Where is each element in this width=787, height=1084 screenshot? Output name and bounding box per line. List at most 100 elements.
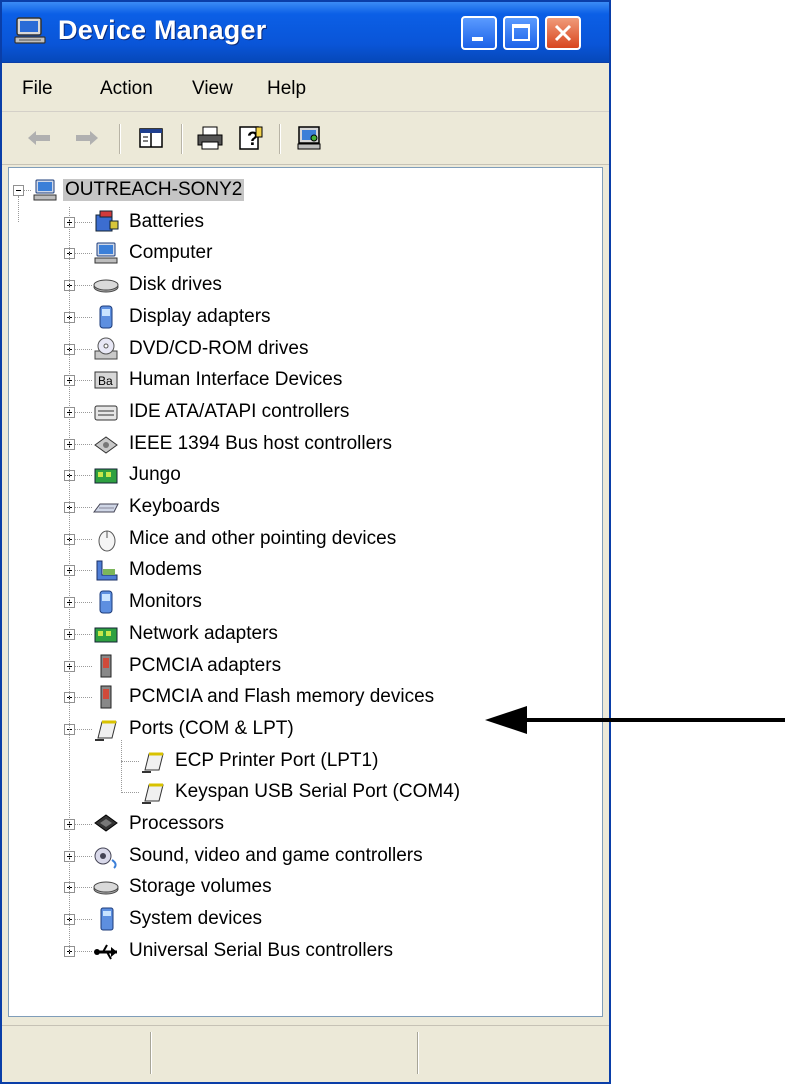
tree-connector (75, 633, 92, 636)
tree-node-label: IDE ATA/ATAPI controllers (129, 400, 350, 422)
tree-connector (69, 206, 71, 952)
tree-category-node[interactable]: IDE ATA/ATAPI controllers (9, 397, 602, 427)
ieee1394-icon (94, 435, 118, 454)
display-adapter-icon (99, 305, 113, 329)
tree-node-label: IEEE 1394 Bus host controllers (129, 432, 392, 454)
tree-connector (75, 665, 92, 668)
close-icon (554, 24, 572, 42)
tree-connector (75, 728, 92, 731)
tree-category-node[interactable]: Disk drives (9, 270, 602, 300)
menu-help[interactable]: Help (267, 78, 306, 100)
minimize-button[interactable] (461, 16, 497, 50)
tree-device-node[interactable]: Keyspan USB Serial Port (COM4) (9, 777, 602, 807)
mouse-icon (98, 530, 116, 552)
tree-category-node[interactable]: Universal Serial Bus controllers (9, 936, 602, 966)
usb-icon (94, 944, 117, 960)
menu-view[interactable]: View (192, 78, 233, 100)
tree-node-label: Human Interface Devices (129, 369, 343, 391)
tree-node-label: DVD/CD-ROM drives (129, 337, 309, 359)
minimize-icon (472, 37, 483, 41)
tree-category-node[interactable]: PCMCIA adapters (9, 651, 602, 681)
scan-hardware-icon[interactable] (295, 124, 325, 152)
port-icon (142, 752, 164, 773)
network-adapter-icon (94, 627, 118, 643)
tree-category-node[interactable]: Storage volumes (9, 872, 602, 902)
tree-node-label: Network adapters (129, 622, 278, 644)
tree-connector (75, 602, 92, 604)
tree-node-label: OUTREACH-SONY2 (63, 179, 245, 201)
tree-node-label: Jungo (129, 464, 181, 486)
close-button[interactable] (545, 16, 581, 50)
tree-connector (75, 443, 92, 446)
tree-node-label: Mice and other pointing devices (129, 527, 397, 549)
tree-connector (75, 221, 92, 224)
expand-toggle-button[interactable] (13, 185, 24, 196)
tree-category-node[interactable]: System devices (9, 904, 602, 934)
tree-device-node[interactable]: ECP Printer Port (LPT1) (9, 746, 602, 776)
pointer-arrow-annotation (485, 706, 785, 734)
tree-category-node[interactable]: Ba Human Interface Devices (9, 365, 602, 395)
device-manager-window: Device Manager File Action View Help ? O… (0, 0, 611, 1084)
title-bar[interactable]: Device Manager (2, 2, 609, 63)
tree-category-node[interactable]: Keyboards (9, 492, 602, 522)
device-tree-panel[interactable]: OUTREACH-SONY2 Batteries Computer Disk driv… (8, 167, 603, 1017)
port-icon (95, 720, 117, 741)
tree-category-node[interactable]: Jungo (9, 460, 602, 490)
tree-connector (75, 411, 92, 414)
computer-icon (94, 242, 118, 264)
tree-root-node[interactable]: OUTREACH-SONY2 (9, 175, 602, 205)
monitor-icon (99, 590, 113, 614)
tree-connector (75, 824, 92, 826)
properties-view-icon[interactable] (136, 124, 166, 152)
battery-icon (95, 210, 119, 232)
tree-category-node[interactable]: Mice and other pointing devices (9, 524, 602, 554)
forward-icon[interactable] (72, 124, 102, 152)
tree-category-node[interactable]: Modems (9, 555, 602, 585)
pcmcia-flash-icon (100, 685, 112, 709)
computer-icon (33, 179, 57, 201)
tree-connector (75, 855, 92, 858)
system-device-icon (100, 907, 114, 931)
tree-connector (75, 475, 92, 477)
ide-controller-icon (94, 405, 118, 421)
storage-volume-icon (93, 881, 119, 895)
window-title: Device Manager (58, 15, 267, 45)
processor-icon (94, 814, 118, 832)
tree-category-node[interactable]: DVD/CD-ROM drives (9, 334, 602, 364)
toolbar-separator (119, 124, 121, 154)
tree-category-node[interactable]: Display adapters (9, 302, 602, 332)
pcmcia-icon (100, 654, 112, 677)
tree-category-node[interactable]: Processors (9, 809, 602, 839)
tree-connector (18, 196, 20, 222)
tree-connector (75, 570, 92, 572)
menu-bar: File Action View Help (2, 63, 609, 112)
tree-connector (75, 507, 92, 509)
tree-connector (75, 348, 92, 351)
tree-connector (75, 538, 92, 541)
back-icon[interactable] (24, 124, 54, 152)
maximize-button[interactable] (503, 16, 539, 50)
menu-file[interactable]: File (22, 78, 53, 100)
status-bar (2, 1025, 609, 1082)
tree-category-node[interactable]: Network adapters (9, 619, 602, 649)
tree-node-label: Sound, video and game controllers (129, 844, 423, 866)
toolbar-separator (181, 124, 183, 154)
print-icon[interactable] (195, 124, 225, 152)
tree-node-label: PCMCIA and Flash memory devices (129, 686, 435, 708)
device-tree: OUTREACH-SONY2 Batteries Computer Disk driv… (9, 168, 602, 1016)
tree-node-label: Keyspan USB Serial Port (COM4) (175, 781, 461, 803)
tree-node-label: Modems (129, 559, 202, 581)
tree-node-label: Batteries (129, 210, 204, 232)
menu-action[interactable]: Action (100, 78, 153, 100)
tree-node-label: Storage volumes (129, 876, 272, 898)
tree-connector (75, 887, 92, 889)
help-icon[interactable]: ? (236, 124, 266, 152)
tree-category-node[interactable]: Sound, video and game controllers (9, 841, 602, 871)
tree-node-label: Keyboards (129, 496, 220, 517)
tree-category-node[interactable]: IEEE 1394 Bus host controllers (9, 429, 602, 459)
tree-category-node[interactable]: Batteries (9, 207, 602, 237)
tree-category-node[interactable]: Computer (9, 238, 602, 268)
tree-category-node[interactable]: Monitors (9, 587, 602, 617)
tree-node-label: Universal Serial Bus controllers (129, 939, 393, 961)
tree-connector (75, 285, 92, 287)
